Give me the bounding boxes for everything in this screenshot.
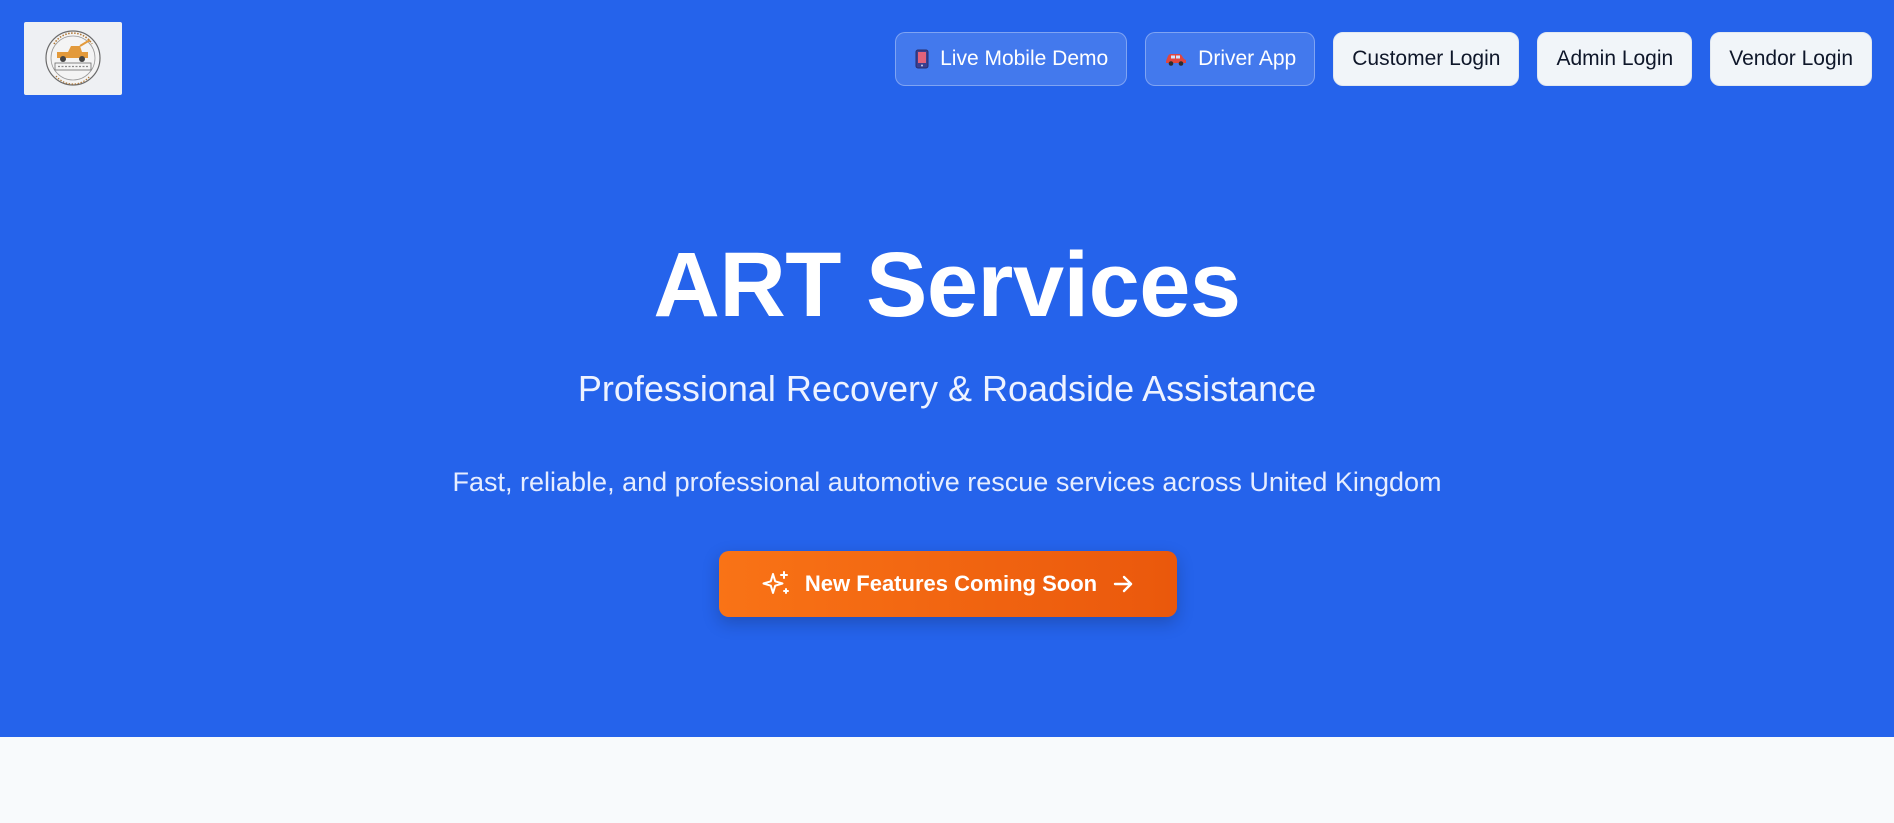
tow-truck-badge-logo [45, 30, 101, 86]
live-mobile-demo-label: Live Mobile Demo [940, 47, 1109, 70]
hero-description: Fast, reliable, and professional automot… [452, 467, 1442, 497]
hero-section: Live Mobile Demo Driver App Customer Log… [0, 0, 1894, 737]
new-features-label: New Features Coming Soon [804, 571, 1098, 596]
hero-subtitle: Professional Recovery & Roadside Assista… [577, 368, 1317, 409]
company-logo[interactable] [24, 22, 122, 95]
driver-app-label: Driver App [1198, 47, 1297, 70]
mobile-phone-icon [914, 49, 930, 69]
sparkles-icon [761, 569, 791, 599]
content-section [0, 737, 1894, 823]
car-icon [1164, 51, 1188, 67]
arrow-right-icon [1111, 572, 1135, 596]
page-title: ART Services [653, 234, 1241, 336]
header-nav: Live Mobile Demo Driver App Customer Log… [895, 32, 1872, 86]
customer-login-button[interactable]: Customer Login [1333, 32, 1520, 86]
admin-login-button[interactable]: Admin Login [1537, 32, 1693, 86]
driver-app-button[interactable]: Driver App [1145, 32, 1316, 86]
new-features-button[interactable]: New Features Coming Soon [719, 551, 1177, 617]
live-mobile-demo-button[interactable]: Live Mobile Demo [895, 32, 1128, 86]
vendor-login-button[interactable]: Vendor Login [1710, 32, 1872, 86]
